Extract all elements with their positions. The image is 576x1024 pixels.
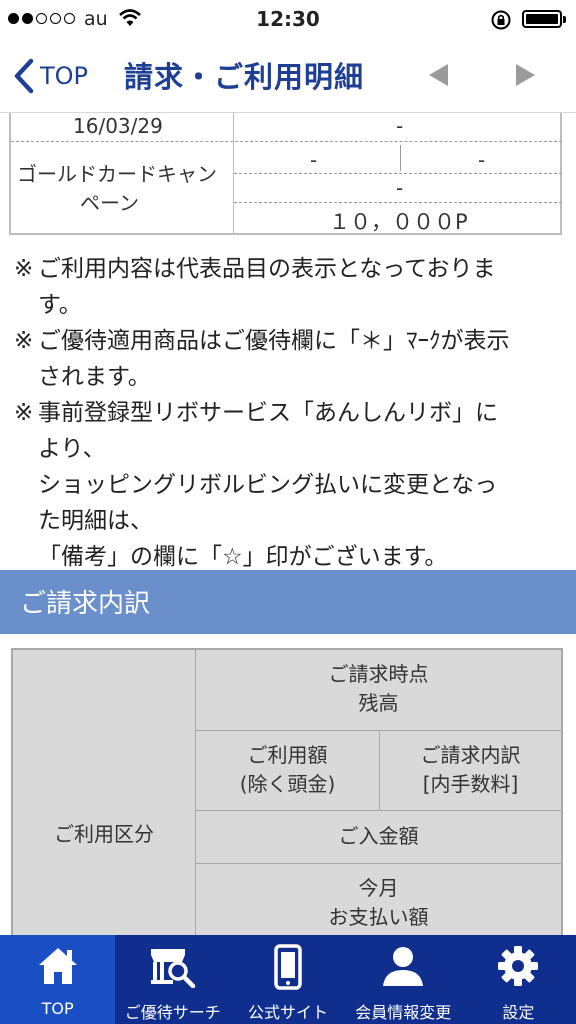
tab-top-label: TOP (41, 999, 74, 1018)
tab-top[interactable]: TOP (0, 935, 116, 1024)
note-item: ※ ご利用内容は代表品目の表示となっておりま す。 (14, 256, 496, 318)
page-title: 請求・ご利用明細 (124, 60, 365, 94)
billing-detail-header: ご請求内訳 [内手数料] (420, 743, 521, 796)
campaign-value-a: - (310, 148, 318, 172)
notes-list: ※ ご利用内容は代表品目の表示となっておりま す。 ※ ご優待適用商品はご優待欄に… (14, 251, 562, 575)
detail-table: 16/03/29 - ゴールドカードキャン ペーン - - - １０，０００P (9, 113, 562, 235)
balance-header: ご請求時点 残高 (328, 662, 429, 715)
navigation-bar: TOP 請求・ご利用明細 (0, 40, 576, 113)
campaign-name: ゴールドカードキャン (17, 162, 217, 186)
user-icon (383, 947, 424, 986)
tab-settings-label: 設定 (502, 1003, 535, 1022)
back-button[interactable]: TOP (12, 54, 88, 98)
store-search-icon (150, 949, 196, 988)
deposit-header: ご入金額 (338, 824, 419, 848)
previous-button[interactable] (426, 62, 450, 92)
tab-official-site-label: 公式サイト (248, 1003, 329, 1022)
breakdown-table: ご利用区分 ご請求時点 残高 ご利用額 (除く頭金) ご請求内訳 [内手数料] ご入金… (11, 648, 563, 935)
triangle-left-icon (429, 64, 448, 86)
usage-date: 16/03/29 (73, 114, 163, 138)
tab-bar: TOP ご優待サーチ 公式サイト 会員情報変更 設定 (0, 935, 576, 1024)
chevron-left-icon (14, 58, 34, 94)
smartphone-icon (274, 944, 302, 990)
section-title: ご請求内訳 (20, 589, 151, 619)
campaign-name-cont: ペーン (80, 191, 139, 215)
tab-member-info[interactable]: 会員情報変更 (346, 935, 461, 1024)
triangle-right-icon (516, 64, 535, 86)
status-bar: au 12:30 (0, 0, 576, 40)
campaign-points: １０，０００P (329, 210, 468, 234)
tab-settings[interactable]: 設定 (461, 935, 576, 1024)
tab-official-site[interactable]: 公式サイト (230, 935, 345, 1024)
tab-member-info-label: 会員情報変更 (355, 1003, 452, 1022)
battery-icon (522, 10, 566, 28)
monthly-payment-header: 今月 お支払い額 (328, 876, 429, 929)
usage-amount-header: ご利用額 (除く頭金) (239, 743, 336, 796)
tab-benefit-search[interactable]: ご優待サーチ (115, 935, 230, 1024)
tab-benefit-search-label: ご優待サーチ (124, 1003, 221, 1022)
campaign-value-b: - (478, 148, 486, 172)
scroll-content[interactable]: 16/03/29 - ゴールドカードキャン ペーン - - - １０，０００P … (0, 113, 576, 935)
back-button-label: TOP (40, 62, 89, 90)
gear-icon (498, 946, 539, 986)
rotation-lock-icon (491, 10, 511, 30)
campaign-value-c: - (396, 176, 404, 200)
note-item: ※ ご優待適用商品はご優待欄に「＊」ﾏｰｸが表示 されます。 (14, 328, 510, 390)
section-header: ご請求内訳 (0, 570, 576, 634)
next-button[interactable] (514, 62, 538, 92)
note-item: ※ 事前登録型リボサービス「あんしんリボ」に より、 ショッピングリボルビング払いに… (14, 400, 498, 570)
usage-date-value: - (396, 114, 404, 138)
home-icon (38, 948, 77, 984)
category-header: ご利用区分 (54, 822, 154, 846)
